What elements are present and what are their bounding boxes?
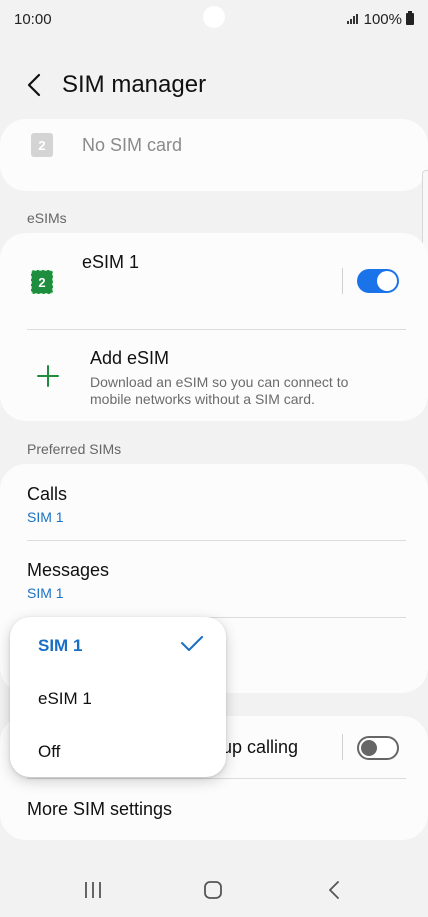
battery-percent: 100% — [363, 10, 402, 28]
preferred-section-label: Preferred SIMs — [27, 441, 122, 457]
esim-name: eSIM 1 — [82, 252, 140, 272]
calls-title: Calls — [27, 484, 68, 504]
sim-card-icon: 2 — [31, 133, 53, 157]
app-header: SIM manager — [0, 60, 428, 110]
plus-icon — [37, 365, 59, 387]
esims-card: 2 eSIM 1 Add eSIM Download an eSIM so yo… — [0, 233, 428, 421]
more-sim-settings-row[interactable]: More SIM settings — [0, 779, 428, 840]
page-title: SIM manager — [62, 71, 207, 98]
esim-chip-icon: 2 — [31, 270, 53, 294]
messages-row[interactable]: Messages SIM 1 — [0, 541, 428, 617]
nav-back-button[interactable] — [320, 878, 348, 902]
status-indicators: 100% — [346, 10, 414, 28]
check-icon — [181, 636, 203, 651]
back-button[interactable] — [8, 60, 60, 110]
status-time: 10:00 — [14, 10, 52, 28]
toggle-separator — [342, 734, 343, 760]
physical-sim-card: 2 No SIM card — [0, 119, 428, 191]
option-sim1-label: SIM 1 — [38, 636, 83, 655]
battery-icon — [406, 11, 414, 25]
messages-value: SIM 1 — [27, 585, 64, 601]
camera-cutout — [203, 6, 225, 28]
option-esim1[interactable]: eSIM 1 — [10, 671, 226, 724]
toggle-separator — [342, 268, 343, 294]
recents-icon — [85, 882, 101, 898]
recents-button[interactable] — [79, 878, 107, 902]
home-icon — [204, 881, 222, 899]
option-off-label: Off — [38, 742, 61, 761]
more-sim-settings-label: More SIM settings — [27, 799, 173, 819]
option-esim1-label: eSIM 1 — [38, 689, 92, 708]
navigation-bar — [0, 860, 428, 917]
calls-row[interactable]: Calls SIM 1 — [0, 464, 428, 540]
sim-select-popup: SIM 1 eSIM 1 Off — [10, 617, 226, 777]
back-icon — [329, 881, 339, 899]
esim-toggle[interactable] — [357, 269, 399, 293]
backup-calling-toggle[interactable] — [357, 736, 399, 760]
option-off[interactable]: Off — [10, 724, 226, 777]
home-button[interactable] — [199, 878, 227, 902]
calls-value: SIM 1 — [27, 509, 64, 525]
chevron-left-icon — [27, 73, 41, 97]
esims-section-label: eSIMs — [27, 210, 67, 226]
esim-row[interactable]: 2 eSIM 1 — [0, 233, 428, 329]
option-sim1[interactable]: SIM 1 — [10, 617, 226, 671]
no-sim-label: No SIM card — [82, 135, 183, 155]
add-esim-row[interactable]: Add eSIM Download an eSIM so you can con… — [0, 330, 428, 421]
add-esim-title: Add eSIM — [90, 348, 170, 368]
signal-icon — [346, 14, 358, 24]
add-esim-description: Download an eSIM so you can connect to m… — [90, 374, 349, 407]
messages-title: Messages — [27, 560, 110, 580]
